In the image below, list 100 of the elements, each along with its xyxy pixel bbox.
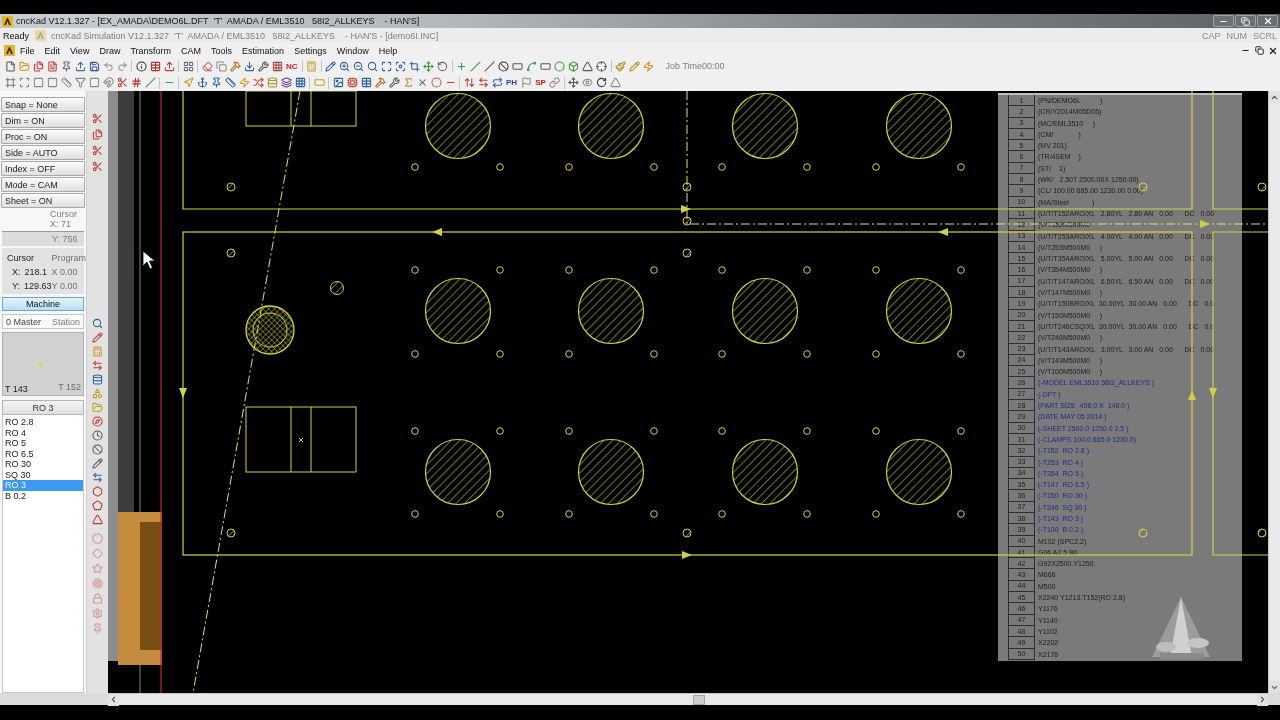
focus-icon[interactable] [395,60,407,72]
circle-icon[interactable] [554,60,566,72]
close-icon[interactable] [1268,45,1278,56]
toolbar-button[interactable]: NC [284,61,300,71]
grid-icon[interactable] [182,60,194,72]
rotate-icon[interactable] [437,60,449,72]
link-icon[interactable] [549,77,561,88]
scroll-left-button[interactable] [108,693,119,706]
scissors-icon[interactable] [92,145,103,156]
toolbar-button[interactable]: SP [533,78,548,87]
repeat-icon[interactable] [491,77,503,88]
maximize-icon[interactable] [381,60,393,72]
machine-button[interactable]: Machine [2,297,84,311]
pencil-icon[interactable] [629,60,641,72]
table-icon[interactable] [149,60,161,72]
move-icon[interactable] [568,77,580,88]
cross-icon[interactable] [416,77,428,88]
ruler-icon[interactable] [224,77,236,88]
save-icon[interactable] [88,60,100,72]
crop-icon[interactable] [409,60,421,72]
tool-list-item[interactable]: RO 5 [3,438,83,449]
star-icon[interactable] [92,563,103,574]
lightning-icon[interactable] [238,77,250,88]
square-icon[interactable] [88,77,100,88]
hash-icon[interactable] [130,77,142,88]
move-icon[interactable] [423,60,435,72]
clock-icon[interactable] [92,430,103,441]
anchor-icon[interactable] [196,77,208,88]
wrench-icon[interactable] [388,77,400,88]
tool-list-item[interactable]: SQ 30 [3,469,83,480]
left-right-arrows-icon[interactable] [92,360,103,371]
wrench-icon[interactable] [257,60,269,72]
zoom-in-icon[interactable] [339,60,351,72]
scroll-thumb[interactable] [693,694,705,705]
toggle-button[interactable]: Sheet = ON [1,193,85,208]
search-icon[interactable] [92,318,103,329]
scissors-icon[interactable] [92,161,103,172]
triangle-icon[interactable] [582,60,594,72]
toggle-button[interactable]: Mode = CAM [1,177,85,192]
toggle-button[interactable]: Side = AUTO [1,145,85,160]
crosshair-icon[interactable] [596,60,608,72]
tool-list-item[interactable]: RO 30 [3,459,83,470]
pencil-icon[interactable] [92,332,103,343]
circle-icon[interactable] [430,77,442,88]
toolbar-button[interactable]: PH [504,78,520,87]
scroll-up-button[interactable] [1269,91,1280,103]
tool-list-item[interactable]: RO 2.8 [3,417,83,428]
brush-icon[interactable] [615,60,627,72]
rectangle-icon[interactable] [512,60,524,72]
image-icon[interactable] [332,77,344,88]
menu-item[interactable]: Transform [125,44,177,57]
cube-icon[interactable] [568,60,580,72]
eraser-icon[interactable] [201,60,213,72]
crossing-arrows-icon[interactable] [252,77,264,88]
menu-item[interactable]: Tools [206,44,238,57]
station-field[interactable]: 0 Master Station [2,314,84,329]
toggle-button[interactable]: Dim = ON [1,113,85,128]
pencil-icon[interactable] [92,458,103,469]
scroll-right-button[interactable] [1257,693,1268,706]
magnet-icon[interactable] [102,77,114,88]
grid-icon[interactable] [294,77,306,88]
tool-list-item[interactable]: B 0.2 [3,490,83,501]
scissors-icon[interactable] [116,77,128,88]
ruler-icon[interactable] [60,77,72,88]
line-icon[interactable] [484,60,496,72]
search-icon[interactable] [367,60,379,72]
document-icon[interactable] [46,60,58,72]
files-icon[interactable] [92,129,103,140]
menu-item[interactable]: Draw [94,44,126,57]
upload-icon[interactable] [74,60,86,72]
menu-item[interactable]: Settings [289,44,332,57]
frame-icon[interactable] [4,77,16,88]
upload-icon[interactable] [163,60,175,72]
scroll-down-button[interactable] [1269,681,1280,693]
layers-icon[interactable] [280,77,292,88]
menu-item[interactable]: Window [331,44,374,57]
left-right-arrows-icon[interactable] [477,77,489,88]
files-icon[interactable] [32,60,44,72]
hexagon-icon[interactable] [92,486,103,497]
rectangle-icon[interactable] [540,60,552,72]
square-icon[interactable] [46,77,58,88]
circle-slash-icon[interactable] [92,444,103,455]
folder-icon[interactable] [18,60,30,72]
chip-icon[interactable] [346,77,358,88]
table-icon[interactable] [360,77,372,88]
menu-item[interactable]: File [15,44,40,57]
tool-list-header[interactable]: RO 3 [2,400,84,415]
zoom-out-icon[interactable] [353,60,365,72]
square-icon[interactable] [32,77,44,88]
menu-item[interactable]: Estimation [237,44,290,57]
toggle-button[interactable]: Snap = None [1,97,85,112]
database-icon[interactable] [92,374,103,385]
lightning-icon[interactable] [643,60,655,72]
pentagon-icon[interactable] [92,500,103,511]
close-button[interactable] [1257,15,1278,27]
menu-item[interactable]: Edit [39,44,66,57]
download-icon[interactable] [243,60,255,72]
restore-icon[interactable] [1255,46,1264,55]
pencil-icon[interactable] [325,60,337,72]
tool-list-item[interactable]: RO 4 [3,427,83,438]
